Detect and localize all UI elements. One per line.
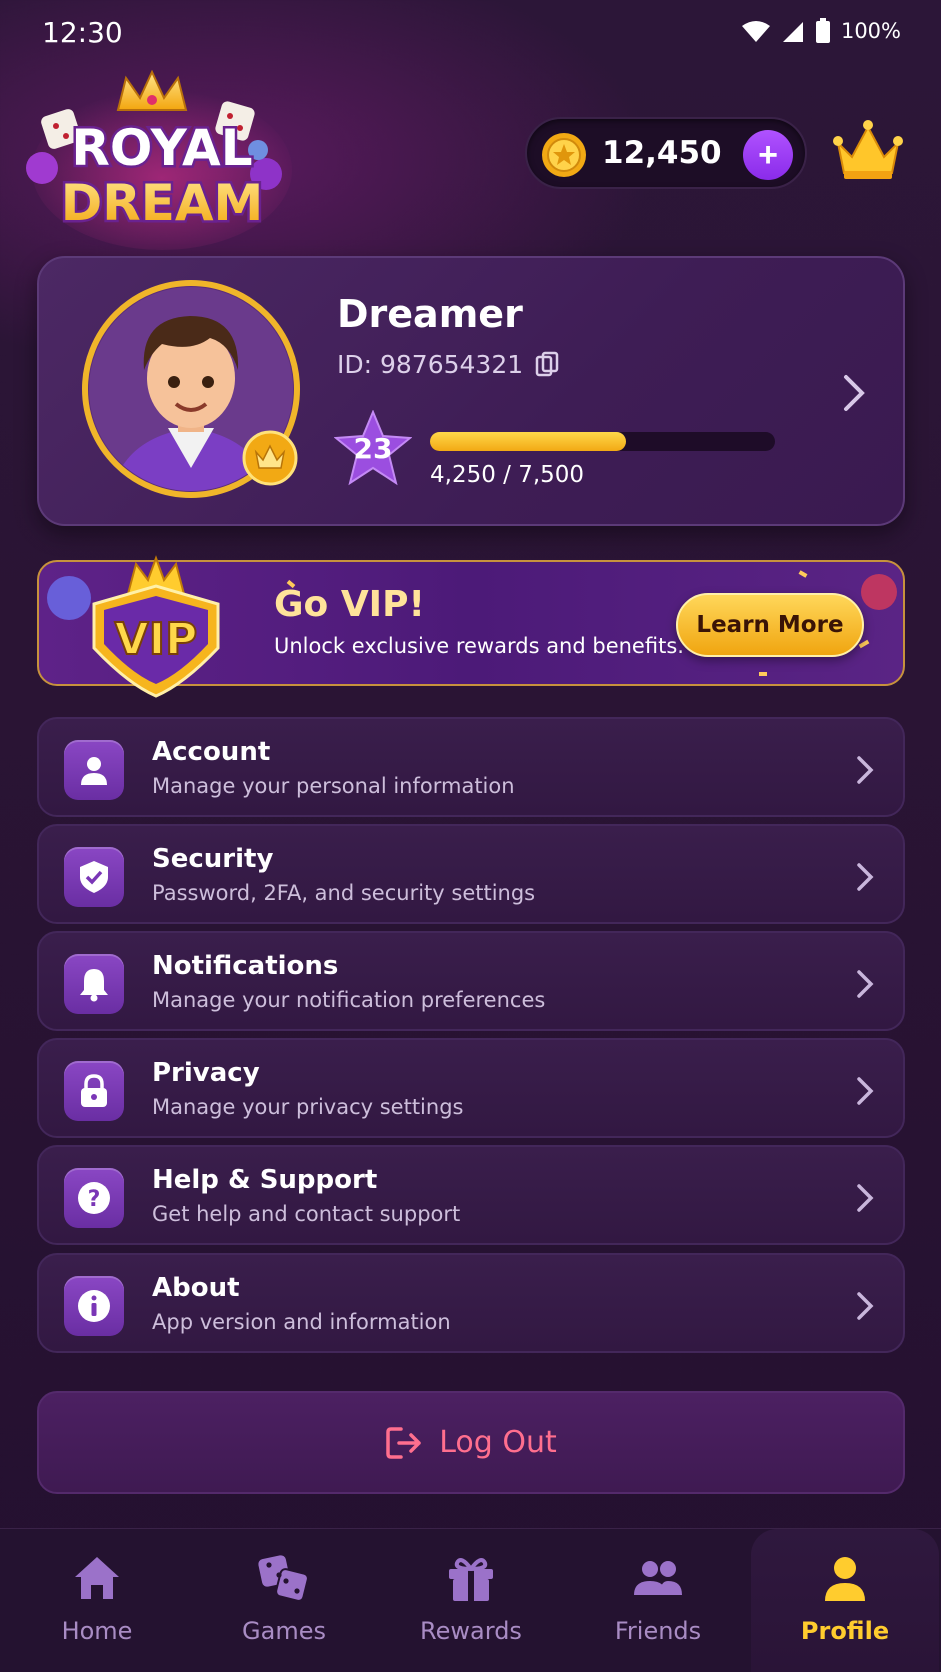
battery-icon — [815, 18, 830, 43]
shield-icon — [64, 847, 124, 907]
menu-item-title: Notifications — [152, 951, 339, 981]
status-time: 12:30 — [42, 16, 123, 49]
vip-title: Go VIP! — [274, 584, 425, 625]
coin-icon — [542, 133, 586, 177]
nav-rewards[interactable]: Rewards — [377, 1529, 565, 1672]
chevron-right-icon — [857, 1184, 874, 1212]
user-icon — [64, 740, 124, 800]
menu-item-title: Privacy — [152, 1058, 260, 1088]
chevron-right-icon — [857, 1292, 874, 1320]
royal-dream-logo: ROYAL DREAM — [26, 69, 298, 250]
chevron-right-icon — [857, 863, 874, 891]
logout-label: Log Out — [439, 1425, 557, 1460]
level-number: 23 — [353, 432, 393, 465]
nav-profile[interactable]: Profile — [751, 1529, 939, 1672]
menu-item-privacy[interactable]: Privacy Manage your privacy settings — [37, 1038, 905, 1138]
menu-item-account[interactable]: Account Manage your personal information — [37, 717, 905, 817]
menu-item-security[interactable]: Security Password, 2FA, and security sett… — [37, 824, 905, 924]
nav-friends[interactable]: Friends — [564, 1529, 752, 1672]
menu-item-subtitle: Manage your notification preferences — [152, 988, 546, 1012]
menu-item-subtitle: Get help and contact support — [152, 1202, 461, 1226]
info-icon — [64, 1276, 124, 1336]
help-icon: ? — [64, 1168, 124, 1228]
signal-icon — [782, 22, 803, 42]
svg-text:?: ? — [88, 1187, 101, 1212]
player-id-text: ID: 987654321 — [337, 350, 524, 379]
xp-progress-fill — [430, 432, 626, 451]
nav-label: Profile — [800, 1617, 890, 1645]
player-id: ID: 987654321 — [337, 350, 561, 379]
menu-item-title: Help & Support — [152, 1165, 378, 1195]
player-name: Dreamer — [337, 292, 523, 336]
status-bar: 12:30 100% — [0, 0, 941, 66]
menu-item-about[interactable]: About App version and information — [37, 1253, 905, 1353]
coin-amount: 12,450 — [602, 135, 722, 171]
level-badge: 23 — [333, 409, 413, 486]
menu-item-subtitle: App version and information — [152, 1310, 451, 1334]
crown-icon[interactable] — [832, 117, 904, 187]
logout-button[interactable]: Log Out — [37, 1391, 905, 1494]
crown-badge-icon — [242, 430, 298, 486]
nav-label: Games — [242, 1617, 326, 1645]
avatar[interactable] — [80, 278, 302, 500]
chevron-right-icon — [857, 1077, 874, 1105]
logo-line1: ROYAL — [71, 119, 252, 177]
menu-item-notifications[interactable]: Notifications Manage your notification pr… — [37, 931, 905, 1031]
nav-label: Rewards — [420, 1617, 522, 1645]
nav-label: Home — [61, 1617, 133, 1645]
menu-item-subtitle: Manage your personal information — [152, 774, 515, 798]
chevron-right-icon[interactable] — [842, 373, 866, 413]
coin-balance: 12,450 + — [525, 117, 807, 189]
nav-home[interactable]: Home — [3, 1529, 191, 1672]
vip-badge-text: VIP — [115, 614, 198, 665]
logo-line2: DREAM — [61, 174, 264, 232]
xp-text: 4,250 / 7,500 — [430, 462, 585, 488]
chevron-right-icon — [857, 970, 874, 998]
vip-subtitle: Unlock exclusive rewards and benefits. — [274, 634, 684, 658]
menu-item-title: About — [152, 1273, 240, 1303]
copy-icon[interactable] — [535, 351, 561, 379]
menu-item-help-support[interactable]: ? Help & Support Get help and contact supp… — [37, 1145, 905, 1245]
bottom-nav: Home Games Rewards Friends Profile — [0, 1528, 941, 1672]
learn-more-button[interactable]: Learn More — [676, 593, 864, 657]
nav-games[interactable]: Games — [190, 1529, 378, 1672]
vip-badge: VIP — [74, 544, 238, 700]
menu-item-title: Account — [152, 737, 271, 767]
xp-progress-bar — [430, 432, 775, 451]
wifi-icon — [741, 21, 770, 42]
logout-icon — [386, 1426, 421, 1459]
bell-icon — [64, 954, 124, 1014]
nav-label: Friends — [614, 1617, 702, 1645]
menu-item-subtitle: Manage your privacy settings — [152, 1095, 464, 1119]
lock-icon — [64, 1061, 124, 1121]
menu-item-subtitle: Password, 2FA, and security settings — [152, 881, 536, 905]
battery-level: 100% — [840, 19, 901, 43]
add-coins-button[interactable]: + — [743, 130, 793, 180]
chevron-right-icon — [857, 756, 874, 784]
menu-item-title: Security — [152, 844, 274, 874]
